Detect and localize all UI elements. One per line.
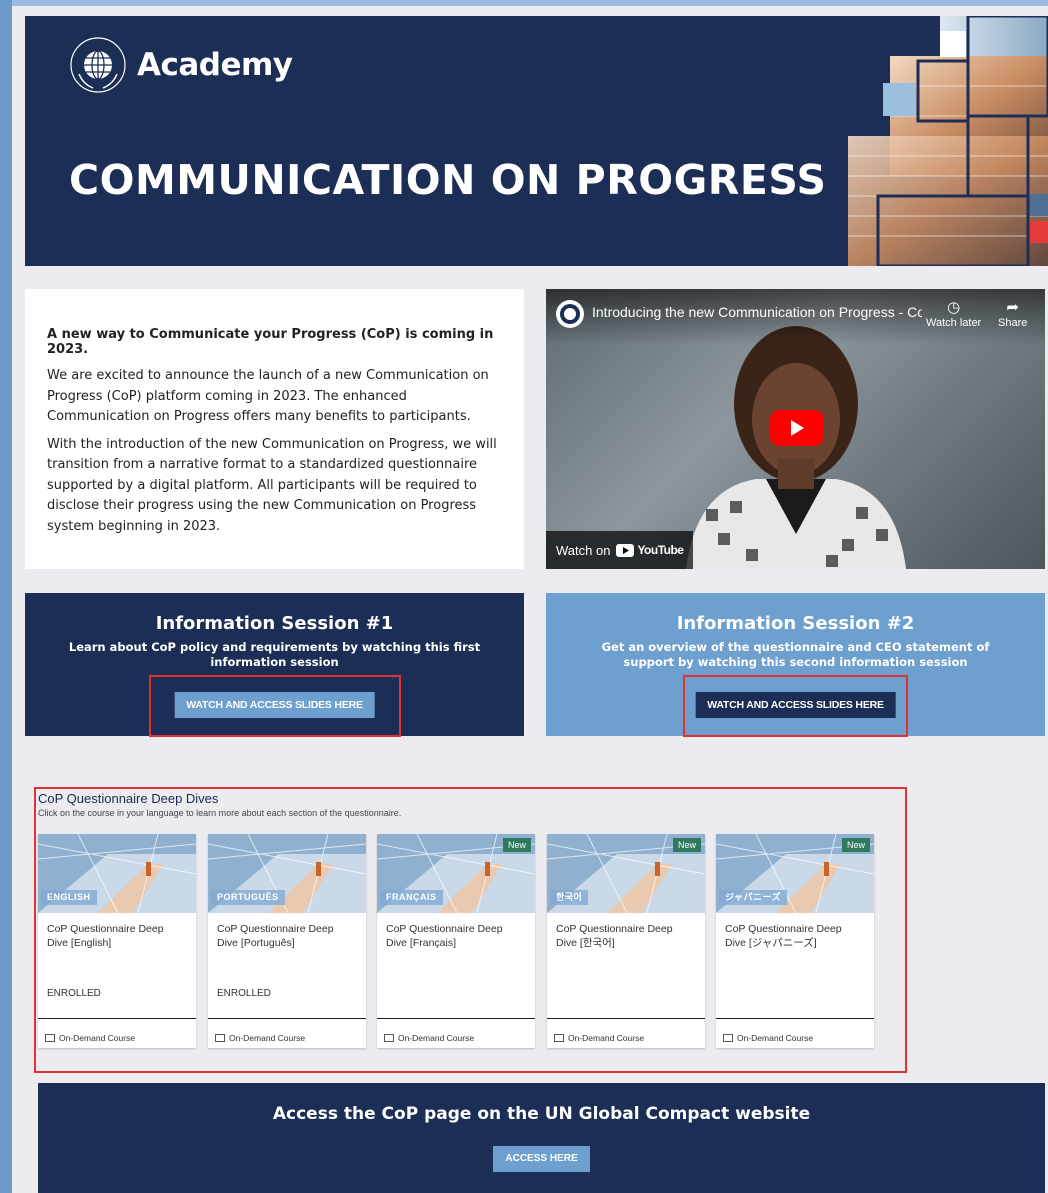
course-type-label: On-Demand Course	[59, 1033, 136, 1043]
intro-heading: A new way to Communicate your Progress (…	[47, 327, 494, 357]
youtube-video-player[interactable]: Introducing the new Communication on Pro…	[546, 289, 1045, 569]
course-thumbnail: ENGLISH	[38, 834, 196, 913]
on-demand-course-icon	[384, 1034, 394, 1042]
course-title[interactable]: CoP Questionnaire Deep Dive [Português]	[208, 913, 366, 985]
on-demand-course-icon	[554, 1034, 564, 1042]
course-type-label: On-Demand Course	[737, 1033, 814, 1043]
course-card[interactable]: FRANÇAIS New CoP Questionnaire Deep Dive […	[377, 834, 535, 1048]
new-badge: New	[502, 838, 531, 852]
course-title[interactable]: CoP Questionnaire Deep Dive [ジャパニーズ]	[716, 913, 874, 985]
channel-avatar-icon[interactable]	[556, 300, 584, 328]
course-title[interactable]: CoP Questionnaire Deep Dive [Français]	[377, 913, 535, 985]
deep-dives-subtitle: Click on the course in your language to …	[38, 808, 402, 818]
intro-paragraph-1: We are excited to announce the launch of…	[47, 368, 489, 424]
new-badge: New	[672, 838, 701, 852]
enrollment-status	[377, 985, 535, 1015]
course-thumbnail: PORTUGUÊS	[208, 834, 366, 913]
watch-on-youtube-link[interactable]: Watch on YouTube	[546, 531, 694, 569]
page: Academy COMMUNICATION ON PROGRESS A new …	[12, 0, 1048, 1193]
info-session-1-title: Information Session #1	[155, 613, 394, 634]
course-thumbnail: 한국어 New	[547, 834, 705, 913]
academy-logo[interactable]: Academy	[69, 36, 293, 94]
course-title[interactable]: CoP Questionnaire Deep Dive [English]	[38, 913, 196, 985]
play-button[interactable]	[770, 410, 824, 446]
course-card[interactable]: ENGLISH CoP Questionnaire Deep Dive [Engl…	[38, 834, 196, 1048]
intro-card: A new way to Communicate your Progress (…	[25, 289, 524, 569]
access-here-button[interactable]: ACCESS HERE	[493, 1146, 590, 1172]
hero-banner: Academy COMMUNICATION ON PROGRESS	[25, 16, 1048, 266]
course-type-footer: On-Demand Course	[208, 1018, 366, 1048]
course-type-footer: On-Demand Course	[547, 1018, 705, 1048]
share-button[interactable]: ➦ Share	[998, 299, 1027, 329]
play-icon	[791, 420, 804, 436]
course-language-tag: PORTUGUÊS	[211, 890, 285, 905]
course-thumbnail: FRANÇAIS New	[377, 834, 535, 913]
access-title: Access the CoP page on the UN Global Com…	[272, 1104, 811, 1124]
youtube-logo: YouTube	[616, 543, 684, 557]
youtube-play-icon	[616, 543, 635, 557]
new-badge: New	[841, 838, 870, 852]
access-cop-page-banner: Access the CoP page on the UN Global Com…	[38, 1083, 1045, 1193]
info-session-1-description: Learn about CoP policy and requirements …	[68, 640, 481, 669]
academy-brand-text: Academy	[137, 47, 293, 83]
on-demand-course-icon	[45, 1034, 55, 1042]
clock-icon: ◷	[947, 299, 961, 316]
course-type-footer: On-Demand Course	[716, 1018, 874, 1048]
deep-dives-title: CoP Questionnaire Deep Dives	[38, 791, 219, 806]
course-type-label: On-Demand Course	[398, 1033, 475, 1043]
watch-later-button[interactable]: ◷ Watch later	[926, 299, 981, 329]
enrollment-status	[547, 985, 705, 1015]
video-title[interactable]: Introducing the new Communication on Pro…	[592, 304, 922, 320]
course-language-tag: 한국어	[550, 890, 589, 905]
course-language-tag: ENGLISH	[41, 890, 97, 905]
course-language-tag: FRANÇAIS	[380, 890, 443, 905]
course-type-label: On-Demand Course	[568, 1033, 645, 1043]
enrollment-status: ENROLLED	[217, 988, 271, 999]
course-thumbnail: ジャパニーズ New	[716, 834, 874, 913]
on-demand-course-icon	[215, 1034, 225, 1042]
course-title[interactable]: CoP Questionnaire Deep Dive [한국어]	[547, 913, 705, 985]
highlight-box-session-2	[683, 675, 908, 737]
course-card[interactable]: ジャパニーズ New CoP Questionnaire Deep Dive [ジャ…	[716, 834, 874, 1048]
intro-paragraph-2: With the introduction of the new Communi…	[47, 436, 497, 534]
enrollment-status	[716, 985, 874, 1015]
share-arrow-icon: ➦	[1006, 299, 1019, 316]
course-card[interactable]: 한국어 New CoP Questionnaire Deep Dive [한국어] O…	[547, 834, 705, 1048]
course-type-footer: On-Demand Course	[377, 1018, 535, 1048]
course-language-tag: ジャパニーズ	[719, 890, 788, 905]
un-global-compact-globe-icon	[70, 37, 126, 93]
info-session-2-description: Get an overview of the questionnaire and…	[601, 640, 990, 669]
page-title: COMMUNICATION ON PROGRESS	[69, 156, 827, 204]
course-type-footer: On-Demand Course	[38, 1018, 196, 1048]
staircase-mosaic-image	[848, 16, 1048, 266]
course-card[interactable]: PORTUGUÊS CoP Questionnaire Deep Dive [Po…	[208, 834, 366, 1048]
info-session-2-title: Information Session #2	[676, 613, 915, 634]
highlight-box-session-1	[149, 675, 401, 737]
on-demand-course-icon	[723, 1034, 733, 1042]
enrollment-status: ENROLLED	[47, 988, 101, 999]
course-type-label: On-Demand Course	[229, 1033, 306, 1043]
